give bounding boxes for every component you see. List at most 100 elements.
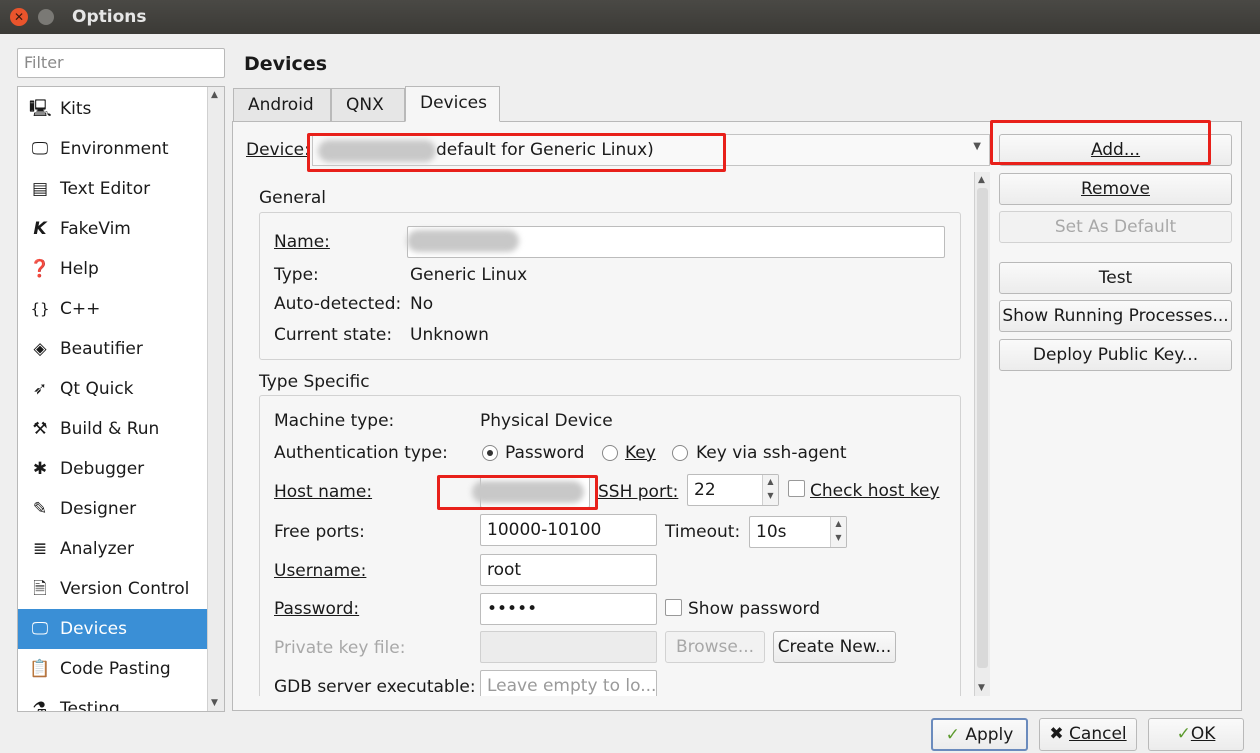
- type-value: Generic Linux: [410, 265, 528, 285]
- tab-qnx[interactable]: QNX: [331, 88, 405, 121]
- machine-type-label: Machine type:: [274, 411, 395, 431]
- category-sidebar: 🖳 Kits 🖵 Environment ▤ Text Editor K FakeVim…: [17, 86, 225, 712]
- device-details-scrollarea: General Name: Type: Generic Linux Auto-d…: [247, 172, 974, 696]
- auth-key-radio[interactable]: [602, 445, 618, 461]
- sidebar-item-environment[interactable]: 🖵 Environment: [18, 129, 208, 169]
- name-label: Name:: [274, 232, 330, 252]
- sidebar-item-qt-quick[interactable]: ➶ Qt Quick: [18, 369, 208, 409]
- sidebar-item-label: Testing: [60, 699, 120, 712]
- sidebar-item-code-pasting[interactable]: 📋 Code Pasting: [18, 649, 208, 689]
- gdb-server-label: GDB server executable:: [274, 677, 476, 696]
- sidebar-scrollbar[interactable]: ▲ ▼: [207, 87, 224, 711]
- sidebar-item-label: C++: [60, 299, 101, 319]
- type-specific-group-title: Type Specific: [259, 372, 370, 392]
- auth-password-label: Password: [505, 443, 585, 463]
- spin-arrows-icon[interactable]: ▲ ▼: [830, 517, 846, 547]
- redacted-blur: [407, 230, 519, 252]
- general-group-title: General: [259, 188, 326, 208]
- apply-button[interactable]: ✓ Apply: [931, 718, 1028, 751]
- set-as-default-button[interactable]: Set As Default: [999, 211, 1232, 243]
- scroll-down-icon[interactable]: ▼: [211, 698, 218, 708]
- gdb-server-input[interactable]: Leave empty to lo...: [480, 670, 657, 696]
- text-editor-icon: ▤: [31, 179, 49, 199]
- scroll-down-icon[interactable]: ▼: [978, 683, 985, 693]
- sidebar-item-label: Analyzer: [60, 539, 134, 559]
- free-ports-label: Free ports:: [274, 522, 365, 542]
- cancel-button[interactable]: ✖ Cancel: [1039, 718, 1137, 751]
- username-input[interactable]: root: [480, 554, 657, 586]
- highlight-box-device: [307, 133, 726, 172]
- auth-password-radio[interactable]: [482, 445, 498, 461]
- show-running-processes-button[interactable]: Show Running Processes...: [999, 300, 1232, 332]
- password-input[interactable]: •••••: [480, 593, 657, 625]
- hammer-icon: ⚒: [32, 419, 48, 439]
- tab-devices[interactable]: Devices: [405, 86, 500, 122]
- ssh-port-spinbox[interactable]: 22 ▲ ▼: [687, 474, 779, 506]
- test-button[interactable]: Test: [999, 262, 1232, 294]
- sidebar-item-label: Beautifier: [60, 339, 143, 359]
- create-new-button[interactable]: Create New...: [773, 631, 896, 663]
- scroll-up-icon[interactable]: ▲: [978, 175, 985, 185]
- minimize-window-icon[interactable]: [38, 9, 54, 25]
- sidebar-item-label: Kits: [60, 99, 92, 119]
- sidebar-item-build-run[interactable]: ⚒ Build & Run: [18, 409, 208, 449]
- autodetected-label: Auto-detected:: [274, 294, 402, 314]
- remove-button[interactable]: Remove: [999, 173, 1232, 205]
- password-label: Password:: [274, 599, 360, 619]
- chevron-down-icon: ▼: [973, 141, 981, 152]
- monitor-icon: 🖵: [31, 139, 49, 159]
- highlight-box-add: [990, 120, 1211, 165]
- sidebar-item-text-editor[interactable]: ▤ Text Editor: [18, 169, 208, 209]
- sidebar-item-analyzer[interactable]: ≣ Analyzer: [18, 529, 208, 569]
- filter-input[interactable]: Filter: [17, 48, 225, 78]
- sidebar-item-cpp[interactable]: {} C++: [18, 289, 208, 329]
- browse-button[interactable]: Browse...: [665, 631, 765, 663]
- sidebar-item-label: Help: [60, 259, 99, 279]
- auth-key-label: Key: [625, 443, 656, 463]
- ok-button[interactable]: ✓OK: [1148, 718, 1244, 751]
- sidebar-item-label: Debugger: [60, 459, 145, 479]
- scrollbar-thumb[interactable]: [977, 188, 988, 668]
- fakevim-icon: K: [33, 219, 47, 239]
- sidebar-item-testing[interactable]: ⚗ Testing: [18, 689, 208, 712]
- sidebar-item-help[interactable]: ❓ Help: [18, 249, 208, 289]
- cancel-x-icon: ✖: [1049, 724, 1064, 744]
- timeout-spinbox[interactable]: 10s ▲ ▼: [749, 516, 847, 548]
- close-window-icon[interactable]: ✕: [10, 8, 28, 26]
- private-key-input[interactable]: [480, 631, 657, 663]
- sidebar-item-version-control[interactable]: 🗎 Version Control: [18, 569, 208, 609]
- testing-icon: ⚗: [32, 699, 48, 712]
- show-password-checkbox[interactable]: [665, 599, 682, 616]
- sidebar-item-beautifier[interactable]: ◈ Beautifier: [18, 329, 208, 369]
- machine-type-value: Physical Device: [480, 411, 613, 431]
- sidebar-item-devices[interactable]: 🖵 Devices: [18, 609, 208, 649]
- deploy-public-key-button[interactable]: Deploy Public Key...: [999, 339, 1232, 371]
- checkmark-icon: ✓: [1176, 724, 1191, 744]
- tab-android[interactable]: Android: [233, 88, 331, 121]
- title-bar: ✕ Options: [0, 0, 1260, 34]
- sidebar-item-fakevim[interactable]: K FakeVim: [18, 209, 208, 249]
- sidebar-item-label: Designer: [60, 499, 137, 519]
- username-label: Username:: [274, 561, 367, 581]
- sidebar-item-kits[interactable]: 🖳 Kits: [18, 89, 208, 129]
- help-icon: ❓: [29, 259, 51, 279]
- check-host-key-checkbox[interactable]: [788, 480, 805, 497]
- checkmark-icon: ✓: [945, 725, 960, 745]
- sidebar-item-label: FakeVim: [60, 219, 131, 239]
- clipboard-icon: 📋: [29, 659, 51, 679]
- type-label: Type:: [274, 265, 319, 285]
- qtquick-icon: ➶: [32, 379, 48, 399]
- scroll-up-icon[interactable]: ▲: [211, 90, 218, 100]
- spin-arrows-icon[interactable]: ▲ ▼: [762, 475, 778, 505]
- analyzer-icon: ≣: [32, 539, 48, 559]
- auth-ssh-agent-radio[interactable]: [672, 445, 688, 461]
- sidebar-item-label: Devices: [60, 619, 127, 639]
- current-state-value: Unknown: [410, 325, 489, 345]
- timeout-label: Timeout:: [665, 522, 741, 542]
- options-window: ✕ Options Filter 🖳 Kits 🖵 Environment ▤ Tex…: [0, 0, 1260, 753]
- details-scrollbar[interactable]: ▲ ▼: [974, 172, 990, 696]
- devices-icon: 🖵: [31, 619, 49, 639]
- sidebar-item-debugger[interactable]: ✱ Debugger: [18, 449, 208, 489]
- sidebar-item-designer[interactable]: ✎ Designer: [18, 489, 208, 529]
- free-ports-input[interactable]: 10000-10100: [480, 514, 657, 546]
